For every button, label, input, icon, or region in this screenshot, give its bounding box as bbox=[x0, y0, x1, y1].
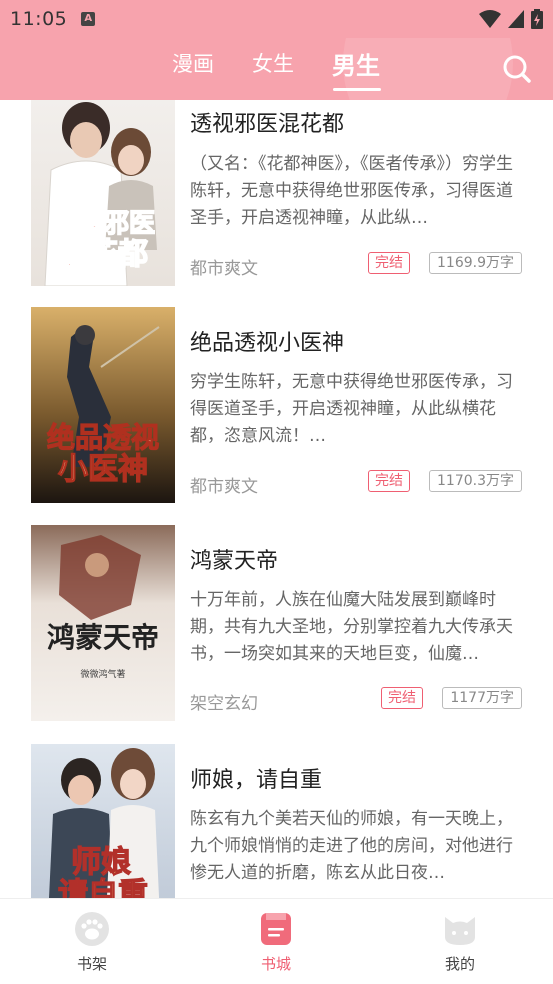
tab-male[interactable]: 男生 bbox=[332, 46, 380, 81]
cover-art: 师娘 请自重 bbox=[31, 744, 175, 898]
cover-art: 鸿蒙天帝 微微鸿气著 bbox=[31, 525, 175, 721]
cover-title-line-1: 师娘 bbox=[71, 845, 131, 879]
word-count-badge: 1169.9万字 bbox=[429, 252, 522, 274]
bottom-navigation: 书架 书城 我的 bbox=[0, 898, 553, 984]
book-description: 穷学生陈轩，无意中获得绝世邪医传承，习得医道圣手，开启透视神瞳，从此纵横花都，恣… bbox=[190, 372, 513, 446]
book-category: 都市爽文 bbox=[190, 477, 258, 497]
paw-icon bbox=[75, 912, 109, 946]
status-badge: 完结 bbox=[368, 470, 410, 492]
book-item[interactable]: 师娘 请自重 师娘，请自重 陈玄有九个美若天仙的师娘，有一天晚上，九个师娘悄悄的… bbox=[0, 744, 553, 898]
cover-title-line-2: 小医神 bbox=[58, 453, 148, 486]
word-count-badge: 1170.3万字 bbox=[429, 470, 522, 492]
nav-label: 我的 bbox=[444, 955, 475, 973]
book-item[interactable]: 透视邪医 混花都 透视邪医混花都 （又名：《花都神医》，《医者传承》）穷学生陈轩… bbox=[0, 100, 553, 310]
notification-icon: A bbox=[81, 12, 96, 26]
book-title: 师娘，请自重 bbox=[190, 768, 323, 793]
cover-title: 鸿蒙天帝 bbox=[47, 621, 159, 654]
cover-art: 透视邪医 混花都 bbox=[31, 100, 175, 286]
book-description: （又名：《花都神医》，《医者传承》）穷学生陈轩，无意中获得绝世邪医传承，习得医道… bbox=[190, 154, 513, 228]
signal-icon bbox=[508, 10, 524, 28]
book-description: 十万年前，人族在仙魔大陆发展到巅峰时期，共有九大圣地，分别掌控着九大传承天书，一… bbox=[190, 590, 513, 664]
word-count-badge: 1177万字 bbox=[442, 687, 522, 709]
status-time: 11:05 bbox=[10, 8, 68, 30]
book-list[interactable]: 透视邪医 混花都 透视邪医混花都 （又名：《花都神医》，《医者传承》）穷学生陈轩… bbox=[0, 100, 553, 898]
book-category: 都市爽文 bbox=[190, 259, 258, 279]
book-title: 透视邪医混花都 bbox=[190, 112, 345, 137]
wifi-icon bbox=[479, 10, 501, 28]
book-cover[interactable]: 透视邪医 混花都 bbox=[31, 100, 175, 286]
cat-face-icon bbox=[445, 917, 475, 945]
tab-comics[interactable]: 漫画 bbox=[172, 48, 214, 78]
active-tab-indicator bbox=[333, 88, 381, 91]
book-cover[interactable]: 绝品透视 小医神 bbox=[31, 307, 175, 503]
status-indicators bbox=[479, 9, 543, 29]
cover-title-line-2: 混花都 bbox=[58, 238, 148, 271]
top-header: 漫画 女生 男生 bbox=[0, 38, 553, 100]
book-title: 绝品透视小医神 bbox=[190, 331, 345, 356]
book-cover[interactable]: 鸿蒙天帝 微微鸿气著 bbox=[31, 525, 175, 721]
nav-bookshelf[interactable]: 书架 bbox=[47, 911, 137, 974]
book-cover[interactable]: 师娘 请自重 bbox=[31, 744, 175, 898]
nav-profile[interactable]: 我的 bbox=[415, 911, 505, 974]
book-title: 鸿蒙天帝 bbox=[190, 549, 279, 574]
cover-art: 绝品透视 小医神 bbox=[31, 307, 175, 503]
book-description: 陈玄有九个美若天仙的师娘，有一天晚上，九个师娘悄悄的走进了他的房间，对他进行惨无… bbox=[190, 809, 513, 883]
status-badge: 完结 bbox=[368, 252, 410, 274]
cover-author: 微微鸿气著 bbox=[80, 668, 125, 679]
cover-title-line-2: 请自重 bbox=[58, 878, 148, 898]
status-badge: 完结 bbox=[381, 687, 423, 709]
book-item[interactable]: 绝品透视 小医神 绝品透视小医神 穷学生陈轩，无意中获得绝世邪医传承，习得医道圣… bbox=[0, 307, 553, 517]
search-icon bbox=[503, 55, 531, 83]
category-tabs: 漫画 女生 男生 bbox=[0, 38, 553, 100]
battery-icon bbox=[531, 9, 543, 29]
cover-title-line-1: 绝品透视 bbox=[47, 421, 159, 453]
search-button[interactable] bbox=[501, 53, 533, 85]
nav-label: 书架 bbox=[76, 955, 107, 973]
nav-bookstore[interactable]: 书城 bbox=[231, 911, 321, 974]
nav-label: 书城 bbox=[260, 955, 291, 973]
cover-title-line-1: 透视邪医 bbox=[51, 208, 155, 238]
tab-female[interactable]: 女生 bbox=[252, 48, 294, 78]
book-category: 架空玄幻 bbox=[190, 694, 258, 714]
book-store-icon bbox=[261, 913, 291, 945]
status-bar: 11:05 A bbox=[0, 0, 553, 38]
book-item[interactable]: 鸿蒙天帝 微微鸿气著 鸿蒙天帝 十万年前，人族在仙魔大陆发展到巅峰时期，共有九大… bbox=[0, 525, 553, 735]
